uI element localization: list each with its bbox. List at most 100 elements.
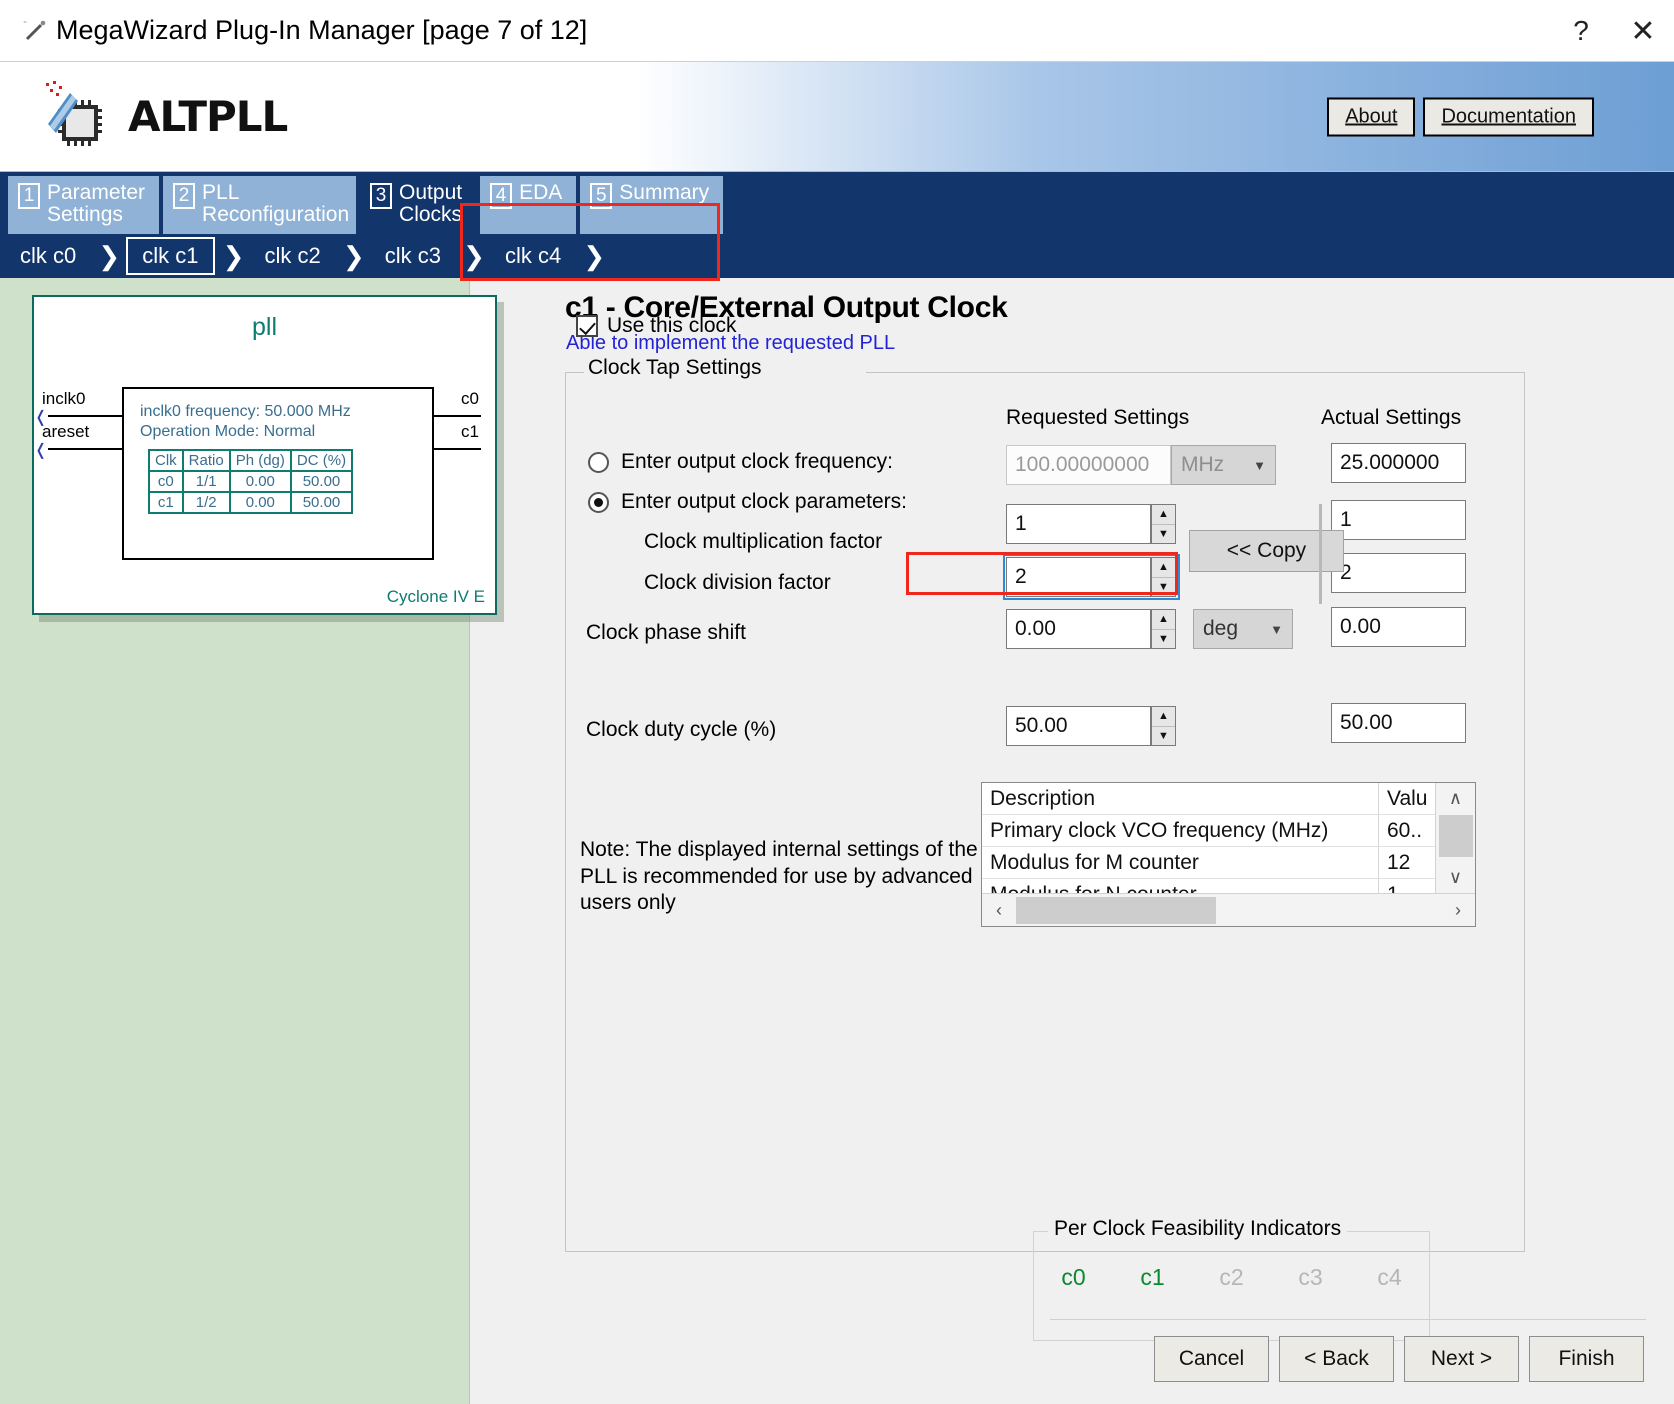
window-title: MegaWizard Plug-In Manager [page 7 of 12… — [56, 15, 588, 45]
tab-output-clocks[interactable]: 3 Output Clocks — [360, 176, 477, 234]
cancel-button[interactable]: Cancel — [1154, 1336, 1269, 1382]
requested-frequency-input[interactable]: 100.00000000 — [1006, 445, 1171, 485]
cell-clk: c1 — [148, 491, 184, 514]
brand-name: ALTPLL — [128, 92, 288, 141]
multiplication-spinner[interactable]: ▲ ▼ — [1151, 504, 1176, 544]
step-number: 5 — [590, 183, 613, 209]
back-button[interactable]: < Back — [1279, 1336, 1394, 1382]
requested-division-input[interactable]: 2 — [1006, 557, 1151, 597]
phase-unit-combo[interactable]: deg ▼ — [1193, 609, 1293, 649]
cell-ratio: 1/2 — [181, 491, 231, 514]
radio-enter-output-clock-frequency[interactable]: Enter output clock frequency: — [588, 450, 893, 474]
table-horizontal-scrollbar[interactable]: ‹ › — [982, 893, 1475, 926]
feasibility-indicator-c3: c3 — [1298, 1264, 1323, 1290]
clock-nav-c0[interactable]: clk c0 — [6, 237, 90, 275]
spinner-up-icon[interactable]: ▲ — [1152, 707, 1175, 727]
clock-nav-c2[interactable]: clk c2 — [251, 237, 335, 275]
horizontal-scroll-thumb[interactable] — [1016, 896, 1216, 924]
spinner-down-icon[interactable]: ▼ — [1152, 578, 1175, 597]
spinner-up-icon[interactable]: ▲ — [1152, 610, 1175, 630]
feasibility-legend: Per Clock Feasibility Indicators — [1048, 1217, 1348, 1241]
footer-separator — [1050, 1319, 1646, 1320]
cell-description: Modulus for M counter — [982, 847, 1379, 878]
clock-duty-cycle-label: Clock duty cycle (%) — [586, 718, 777, 741]
feasibility-indicator-c4: c4 — [1377, 1264, 1402, 1290]
tab-eda[interactable]: 4 EDA — [480, 176, 577, 234]
tab-summary[interactable]: 5 Summary — [580, 176, 724, 234]
spinner-up-icon[interactable]: ▲ — [1152, 505, 1175, 525]
step-number: 1 — [18, 183, 40, 209]
division-spinner[interactable]: ▲ ▼ — [1151, 557, 1176, 597]
table-row[interactable]: Modulus for M counter 12 — [982, 847, 1435, 879]
scroll-down-icon[interactable]: ∨ — [1449, 863, 1462, 893]
radio-parameters-label: Enter output clock parameters: — [621, 490, 907, 513]
documentation-button[interactable]: Documentation — [1423, 97, 1594, 136]
requested-duty-input[interactable]: 50.00 — [1006, 706, 1151, 746]
table-row: c0 1/1 0.00 50.00 — [148, 470, 354, 493]
actual-duty-value: 50.00 — [1331, 703, 1466, 743]
scroll-right-icon[interactable]: › — [1441, 900, 1475, 921]
step-number: 2 — [173, 183, 196, 209]
use-this-clock-label: Use this clock — [607, 314, 737, 337]
cell-ratio: 1/1 — [181, 470, 231, 493]
cell-value: 60.. — [1387, 818, 1423, 842]
diagram-wire — [48, 448, 124, 450]
actual-phase-value: 0.00 — [1331, 607, 1466, 647]
phase-spinner[interactable]: ▲ ▼ — [1151, 609, 1176, 649]
brand-band: ALTPLL About Documentation — [0, 62, 1674, 172]
group-legend: Clock Tap Settings — [584, 356, 766, 380]
help-button[interactable]: ? — [1550, 0, 1612, 62]
table-header-row: Clk Ratio Ph (dg) DC (%) — [148, 449, 354, 472]
clock-nav-c3[interactable]: clk c3 — [371, 237, 455, 275]
clock-phase-shift-label: Clock phase shift — [586, 621, 746, 644]
clock-nav-c1[interactable]: clk c1 — [126, 237, 215, 275]
header-clk: Clk — [148, 449, 184, 472]
spinner-down-icon[interactable]: ▼ — [1152, 630, 1175, 649]
step-number: 4 — [490, 183, 513, 209]
vertical-scroll-thumb[interactable] — [1438, 815, 1473, 857]
operation-mode-text: Operation Mode: Normal — [140, 423, 316, 440]
table-vertical-scrollbar[interactable]: ∧ ∨ — [1435, 783, 1475, 893]
diagram-input-areset: areset — [42, 422, 90, 441]
tab-pll-reconfiguration[interactable]: 2 PLL Reconfiguration — [163, 176, 357, 234]
spinner-down-icon[interactable]: ▼ — [1152, 727, 1175, 746]
duty-spinner[interactable]: ▲ ▼ — [1151, 706, 1176, 746]
finish-button[interactable]: Finish — [1529, 1336, 1644, 1382]
step-label: Summary — [619, 181, 710, 204]
chevron-right-icon: ❯ — [222, 240, 245, 271]
requested-multiplication-input[interactable]: 1 — [1006, 504, 1151, 544]
title-bar: MegaWizard Plug-In Manager [page 7 of 12… — [0, 0, 1674, 62]
feasibility-indicator-c0: c0 — [1061, 1264, 1086, 1290]
header-description: Description — [982, 783, 1379, 814]
brand-buttons: About Documentation — [1327, 97, 1594, 136]
use-this-clock-checkbox[interactable]: Use this clock — [576, 314, 737, 338]
footer-buttons: Cancel < Back Next > Finish — [1154, 1336, 1644, 1382]
cell-dc: 50.00 — [289, 470, 354, 493]
internal-settings-table[interactable]: Description Valu Primary clock VCO frequ… — [981, 782, 1476, 927]
table-rows-area: Description Valu Primary clock VCO frequ… — [982, 783, 1435, 911]
actual-division-value: 2 — [1331, 553, 1466, 593]
pll-block-diagram: pll inclk0 ❬ areset ❬ c0 c1 inclk0 frequ… — [32, 295, 497, 615]
clock-nav-c4[interactable]: clk c4 — [491, 237, 575, 275]
input-arrow-icon: ❬ — [34, 442, 48, 459]
close-icon[interactable]: ✕ — [1612, 0, 1674, 62]
spinner-down-icon[interactable]: ▼ — [1152, 525, 1175, 544]
tab-parameter-settings[interactable]: 1 Parameter Settings — [8, 176, 160, 234]
chevron-right-icon: ❯ — [463, 240, 485, 271]
requested-phase-input[interactable]: 0.00 — [1006, 609, 1151, 649]
spinner-up-icon[interactable]: ▲ — [1152, 558, 1175, 578]
radio-enter-output-clock-parameters[interactable]: Enter output clock parameters: — [588, 490, 907, 514]
per-clock-feasibility-group: Per Clock Feasibility Indicators c0 c1 c… — [1033, 1217, 1430, 1341]
checkbox-icon — [576, 315, 598, 337]
actual-multiplication-value: 1 — [1331, 500, 1466, 540]
cell-phase: 0.00 — [228, 491, 292, 514]
inclk-frequency-text: inclk0 frequency: 50.000 MHz — [140, 403, 351, 420]
about-button[interactable]: About — [1327, 97, 1416, 136]
diagram-clock-table: Clk Ratio Ph (dg) DC (%) c0 1/1 0.00 50.… — [148, 449, 354, 514]
chevron-down-icon: ▼ — [1270, 621, 1283, 637]
next-button[interactable]: Next > — [1404, 1336, 1519, 1382]
scroll-left-icon[interactable]: ‹ — [982, 900, 1016, 921]
scroll-up-icon[interactable]: ∧ — [1449, 783, 1462, 813]
frequency-unit-combo[interactable]: MHz ▼ — [1171, 445, 1276, 485]
table-row[interactable]: Primary clock VCO frequency (MHz) 60.. — [982, 815, 1435, 847]
